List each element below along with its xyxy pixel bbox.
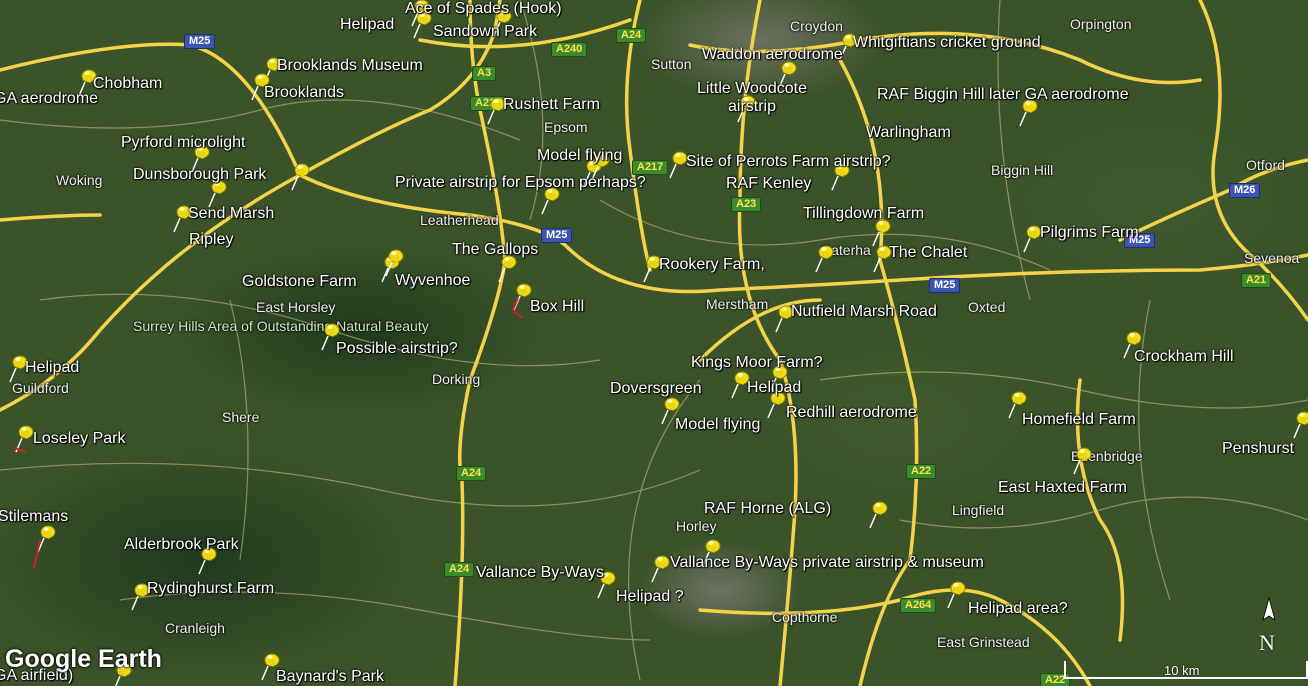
pushpin-icon[interactable]	[15, 425, 34, 453]
place-label[interactable]: Whitgiftians cricket ground	[853, 34, 1041, 52]
place-label[interactable]: RAF Biggin Hill later GA aerodrome	[877, 86, 1129, 104]
place-label[interactable]: Penshurst	[1222, 440, 1294, 458]
place-label[interactable]: Possible airstrip?	[336, 340, 458, 358]
pushpin-icon[interactable]	[669, 151, 688, 179]
pushpin-icon[interactable]	[947, 581, 966, 609]
pushpin-icon[interactable]	[37, 525, 56, 553]
place-label[interactable]: Sandown Park	[433, 23, 537, 41]
place-label[interactable]: Redhill aerodrome	[786, 404, 917, 422]
place-label[interactable]: Tillingdown Farm	[803, 205, 924, 223]
place-label[interactable]: Baynard's Park	[276, 668, 384, 686]
place-label[interactable]: Helipad area?	[968, 600, 1068, 618]
place-label[interactable]: Alderbrook Park	[124, 536, 239, 554]
pushpin-icon[interactable]	[291, 163, 310, 191]
place-label[interactable]: Site of Perrots Farm airstrip?	[686, 153, 891, 171]
place-label[interactable]: The Chalet	[889, 244, 967, 262]
place-label[interactable]: Kings Moor Farm?	[691, 354, 823, 372]
place-label[interactable]: Stilemans	[0, 508, 68, 526]
pushpin-icon[interactable]	[869, 501, 888, 529]
place-label[interactable]: Model flying	[537, 147, 622, 165]
pushpin-icon[interactable]	[513, 283, 532, 311]
place-label[interactable]: GA aerodrome	[0, 90, 98, 108]
place-label[interactable]: Goldstone Farm	[242, 273, 357, 291]
place-label[interactable]: Send Marsh	[188, 205, 274, 223]
pushpin-icon[interactable]	[208, 180, 227, 208]
place-label[interactable]: The Gallops	[452, 241, 538, 259]
place-label[interactable]: Private airstrip for Epsom perhaps?	[395, 174, 646, 192]
place-label[interactable]: Dunsborough Park	[133, 166, 266, 184]
place-label[interactable]: Ripley	[189, 231, 233, 249]
place-label[interactable]: Little Woodcote airstrip	[677, 80, 827, 116]
pushpin-icon[interactable]	[1293, 411, 1308, 439]
place-label[interactable]: Waddon aerodrome	[702, 46, 843, 64]
place-label[interactable]: Helipad ?	[616, 588, 684, 606]
place-label[interactable]: Homefield Farm	[1022, 411, 1136, 429]
place-label[interactable]: Loseley Park	[33, 430, 126, 448]
pushpin-icon[interactable]	[498, 255, 517, 283]
pushpin-icon[interactable]	[872, 219, 891, 247]
place-label[interactable]: East Haxted Farm	[998, 479, 1127, 497]
place-label[interactable]: Ace of Spades (Hook)	[405, 0, 562, 18]
place-label[interactable]: Helipad	[340, 16, 394, 34]
pushpin-icon[interactable]	[651, 555, 670, 583]
place-label[interactable]: Brooklands	[264, 84, 344, 102]
place-label[interactable]: Warlingham	[866, 124, 951, 142]
north-label: N	[1259, 630, 1275, 655]
pushpin-icon[interactable]	[1023, 225, 1042, 253]
place-label[interactable]: Model flying	[675, 416, 760, 434]
place-label[interactable]: Pilgrims Farm	[1040, 224, 1139, 242]
map-viewport[interactable]: M25 A240 A24 A3 A217 A23 M25 M26 M25 A21…	[0, 0, 1308, 686]
place-label[interactable]: Box Hill	[530, 298, 584, 316]
place-label[interactable]: Brooklands Museum	[277, 57, 423, 75]
place-label[interactable]: Vallance By-Ways	[476, 564, 604, 582]
scale-label: 10 km	[1164, 663, 1200, 678]
place-label[interactable]: Vallance By-Ways private airstrip & muse…	[670, 554, 984, 572]
place-label[interactable]: RAF Kenley	[726, 175, 811, 193]
place-label[interactable]: Wyvenhoe	[395, 272, 470, 290]
place-label[interactable]: Doversgreen	[610, 380, 702, 398]
place-label[interactable]: Pyrford microlight	[121, 134, 245, 152]
place-label[interactable]: Nutfield Marsh Road	[791, 303, 937, 321]
place-label[interactable]: Rookery Farm,	[659, 256, 765, 274]
place-label[interactable]: Helipad	[25, 359, 79, 377]
google-earth-logo: Google Earth	[5, 645, 162, 673]
pushpin-icon[interactable]	[815, 245, 834, 273]
place-label[interactable]: Rydinghurst Farm	[147, 580, 274, 598]
place-label[interactable]: Helipad	[747, 379, 801, 397]
place-label[interactable]: Rushett Farm	[503, 96, 600, 114]
place-label[interactable]: Crockham Hill	[1134, 348, 1234, 366]
place-label[interactable]: Chobham	[93, 75, 162, 93]
place-label[interactable]: RAF Horne (ALG)	[704, 500, 831, 518]
pushpin-icon[interactable]	[1073, 447, 1092, 475]
